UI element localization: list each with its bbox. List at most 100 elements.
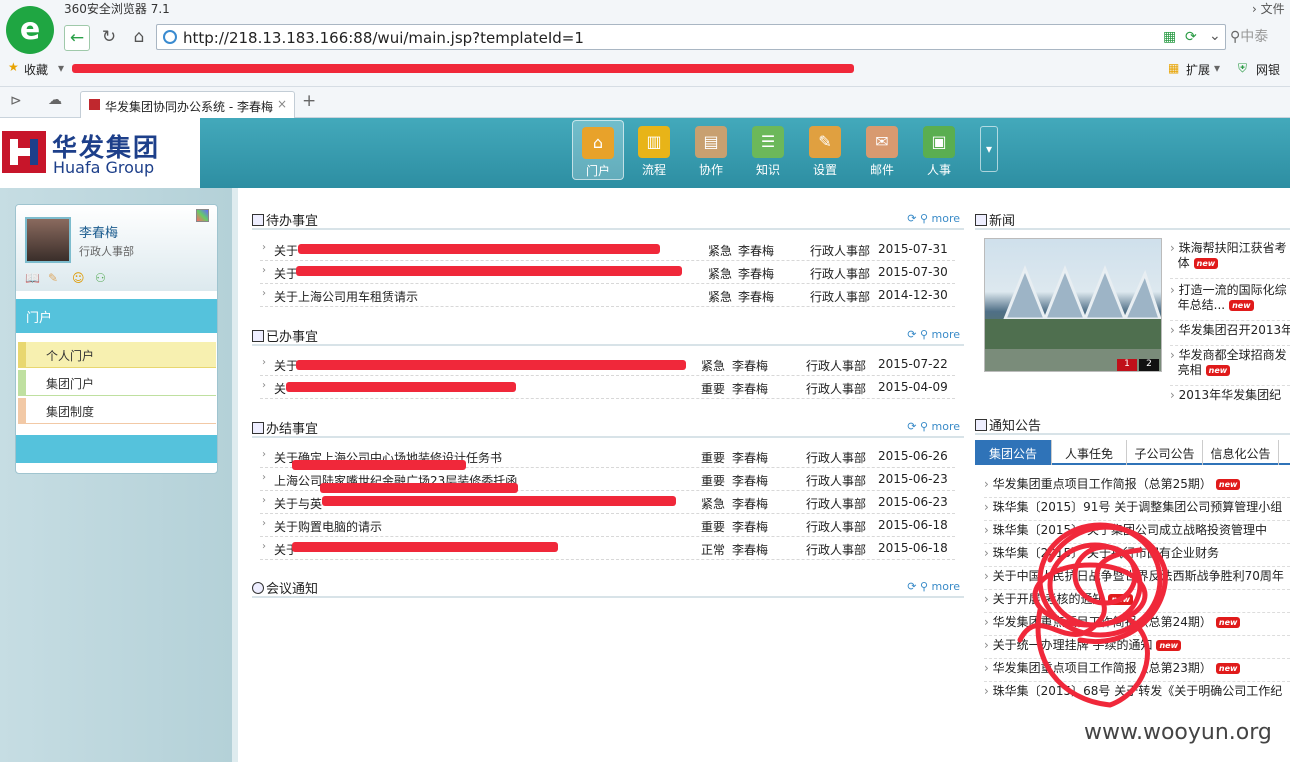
book-icon[interactable]: 📖 <box>25 271 40 285</box>
menu-file[interactable]: › 文件 <box>1252 0 1285 17</box>
meeting-more-link[interactable]: ⟳ ⚲ more <box>907 580 960 593</box>
close-tab-icon[interactable]: × <box>277 97 287 111</box>
finished-more-link[interactable]: ⟳ ⚲ more <box>907 420 960 433</box>
bullet-icon: › <box>262 380 266 391</box>
notices-panel-header: 通知公告 <box>975 415 1290 435</box>
redaction-mark <box>72 64 854 73</box>
todo-more-link[interactable]: ⟳ ⚲ more <box>907 212 960 225</box>
nav-collab[interactable]: ▤ 协作 <box>685 120 737 180</box>
search-box[interactable]: ⚲中泰 <box>1230 26 1268 46</box>
tab-subsidiary[interactable]: 子公司公告 <box>1127 440 1203 465</box>
refresh-icon[interactable]: ⟳ <box>907 580 916 593</box>
news-panel-header: 新闻 <box>975 210 1290 230</box>
page-info-icon <box>163 30 177 44</box>
new-badge: new <box>1215 663 1241 674</box>
star-icon: ★ <box>8 60 19 74</box>
netbank-button[interactable]: 网银 <box>1256 61 1280 78</box>
edit-icon[interactable]: ✎ <box>48 271 58 285</box>
search-icon: ⚲ <box>1230 29 1241 45</box>
new-badge: new <box>1215 479 1241 490</box>
news-item[interactable]: › 打造一流的国际化综 年总结... new <box>1170 283 1290 321</box>
extensions-dropdown-icon[interactable]: ▾ <box>1214 61 1220 75</box>
extensions-icon: ▦ <box>1168 61 1180 75</box>
news-page-1[interactable]: 1 <box>1117 359 1137 371</box>
nav-hr[interactable]: ▣ 人事 <box>913 120 965 180</box>
home-button[interactable]: ⌂ <box>126 25 152 51</box>
news-item[interactable]: › 华发商都全球招商发 亮相 new <box>1170 348 1290 386</box>
clipboard-icon: ▤ <box>695 126 727 158</box>
nav-settings[interactable]: ✎ 设置 <box>799 120 851 180</box>
tab-it-notice[interactable]: 信息化公告 <box>1203 440 1279 465</box>
refresh-button[interactable]: ↻ <box>96 25 122 51</box>
notice-item[interactable]: › 华发集团重点项目工作简报（总第25期） new <box>984 475 1290 498</box>
nav-more-dropdown[interactable]: ▾ <box>980 126 998 172</box>
sidebar-divider[interactable] <box>232 188 238 762</box>
notices-tabs: 集团公告 人事任免 子公司公告 信息化公告 <box>975 440 1290 465</box>
sidebar-item-personal-portal[interactable]: 个人门户 <box>18 342 216 368</box>
tab-group-notice[interactable]: 集团公告 <box>975 440 1052 465</box>
avatar[interactable] <box>25 217 71 263</box>
nav-workflow[interactable]: ▥ 流程 <box>628 120 680 180</box>
news-image[interactable]: 1 2 <box>984 238 1162 372</box>
sidebar-item-group-rules[interactable]: 集团制度 <box>18 398 216 424</box>
dropdown-chevron-icon[interactable]: ⌄ <box>1209 28 1221 44</box>
org-chart-icon[interactable]: ⚇ <box>95 271 106 285</box>
tab-personnel[interactable]: 人事任免 <box>1052 440 1127 465</box>
extensions-button[interactable]: 扩展 <box>1186 61 1210 78</box>
news-list: › 珠海帮扶阳江获省考 体 new › 打造一流的国际化综 年总结... new ›… <box>1170 241 1290 411</box>
refresh-icon[interactable]: ⟳ <box>907 212 916 225</box>
watermark: www.wooyun.org <box>1084 720 1272 745</box>
nav-mail[interactable]: ✉ 邮件 <box>856 120 908 180</box>
new-badge: new <box>1229 300 1254 311</box>
qr-icon[interactable]: ▦ <box>1163 29 1176 45</box>
huafa-logo[interactable]: 华发集团 Huafa Group <box>0 118 200 188</box>
news-page-2[interactable]: 2 <box>1139 359 1159 371</box>
favorites-button[interactable]: 收藏 <box>24 61 48 78</box>
finished-row[interactable]: › 关于购置电脑的请示 重要 李春梅 行政人事部 2015-06-18 <box>260 514 955 537</box>
nav-knowledge[interactable]: ☰ 知识 <box>742 120 794 180</box>
refresh-icon[interactable]: ⟳ <box>907 328 916 341</box>
todo-title: 待办事宜 <box>266 214 319 229</box>
news-item[interactable]: › 珠海帮扶阳江获省考 体 new <box>1170 241 1290 279</box>
sidebar-section-portal[interactable]: 门户 <box>16 299 217 333</box>
redaction-mark <box>292 460 466 470</box>
address-bar[interactable]: http://218.13.183.166:88/wui/main.jsp?te… <box>156 24 1226 50</box>
tab-active[interactable]: 华发集团协同办公系统 - 李春梅 × <box>80 91 295 119</box>
scribble-redaction <box>1017 522 1168 708</box>
back-button[interactable]: ← <box>64 25 90 51</box>
sidebar-toggle-icon[interactable]: ⊳ <box>10 93 22 109</box>
wrench-icon: ✎ <box>809 126 841 158</box>
done-more-link[interactable]: ⟳ ⚲ more <box>907 328 960 341</box>
new-tab-button[interactable]: + <box>302 91 316 111</box>
search-icon: ⚲ <box>919 212 928 225</box>
calendar-icon <box>252 214 264 226</box>
redaction-mark <box>298 244 660 254</box>
favorites-dropdown-icon[interactable]: ▾ <box>58 61 64 75</box>
todo-row[interactable]: › 关于上海公司用车租赁请示 紧急 李春梅 行政人事部 2014-12-30 <box>260 284 955 307</box>
meeting-panel-header: 会议通知 ⟳ ⚲ more <box>252 578 964 598</box>
cloud-icon[interactable]: ☁ <box>48 92 62 108</box>
notice-icon <box>975 419 987 431</box>
tab-bar: ⊳ ☁ 华发集团协同办公系统 - 李春梅 × + <box>0 86 1290 119</box>
sidebar-section-blank[interactable] <box>16 435 217 463</box>
user-card: 李春梅 行政人事部 📖 ✎ ☺ ⚇ 门户 个人门户 集团门户 集团制度 <box>15 204 218 474</box>
search-icon: ⚲ <box>919 328 928 341</box>
news-item[interactable]: › 2013年华发集团纪 <box>1170 388 1290 411</box>
news-item[interactable]: › 华发集团召开2013年 <box>1170 323 1290 346</box>
bookmarks-bar: ★ 收藏 ▾ ▦ 扩展 ▾ ⛨ 网银 <box>0 56 1290 82</box>
database-icon: ☰ <box>752 126 784 158</box>
refresh-icon[interactable]: ⟳ <box>907 420 916 433</box>
calendar-icon <box>252 422 264 434</box>
done-panel-header: 已办事宜 ⟳ ⚲ more <box>252 326 964 346</box>
huafa-logo-icon <box>2 131 46 173</box>
bullet-icon: › <box>262 472 266 483</box>
nav-portal[interactable]: ⌂ 门户 <box>572 120 624 180</box>
sidebar-item-group-portal[interactable]: 集团门户 <box>18 370 216 396</box>
smile-icon[interactable]: ☺ <box>72 271 85 285</box>
theme-icon[interactable] <box>196 209 209 222</box>
user-name[interactable]: 李春梅 <box>79 222 118 241</box>
new-badge: new <box>1205 365 1231 376</box>
redaction-mark <box>296 266 682 276</box>
speed-icon[interactable]: ⟳ <box>1185 29 1197 45</box>
user-dept: 行政人事部 <box>79 245 134 258</box>
